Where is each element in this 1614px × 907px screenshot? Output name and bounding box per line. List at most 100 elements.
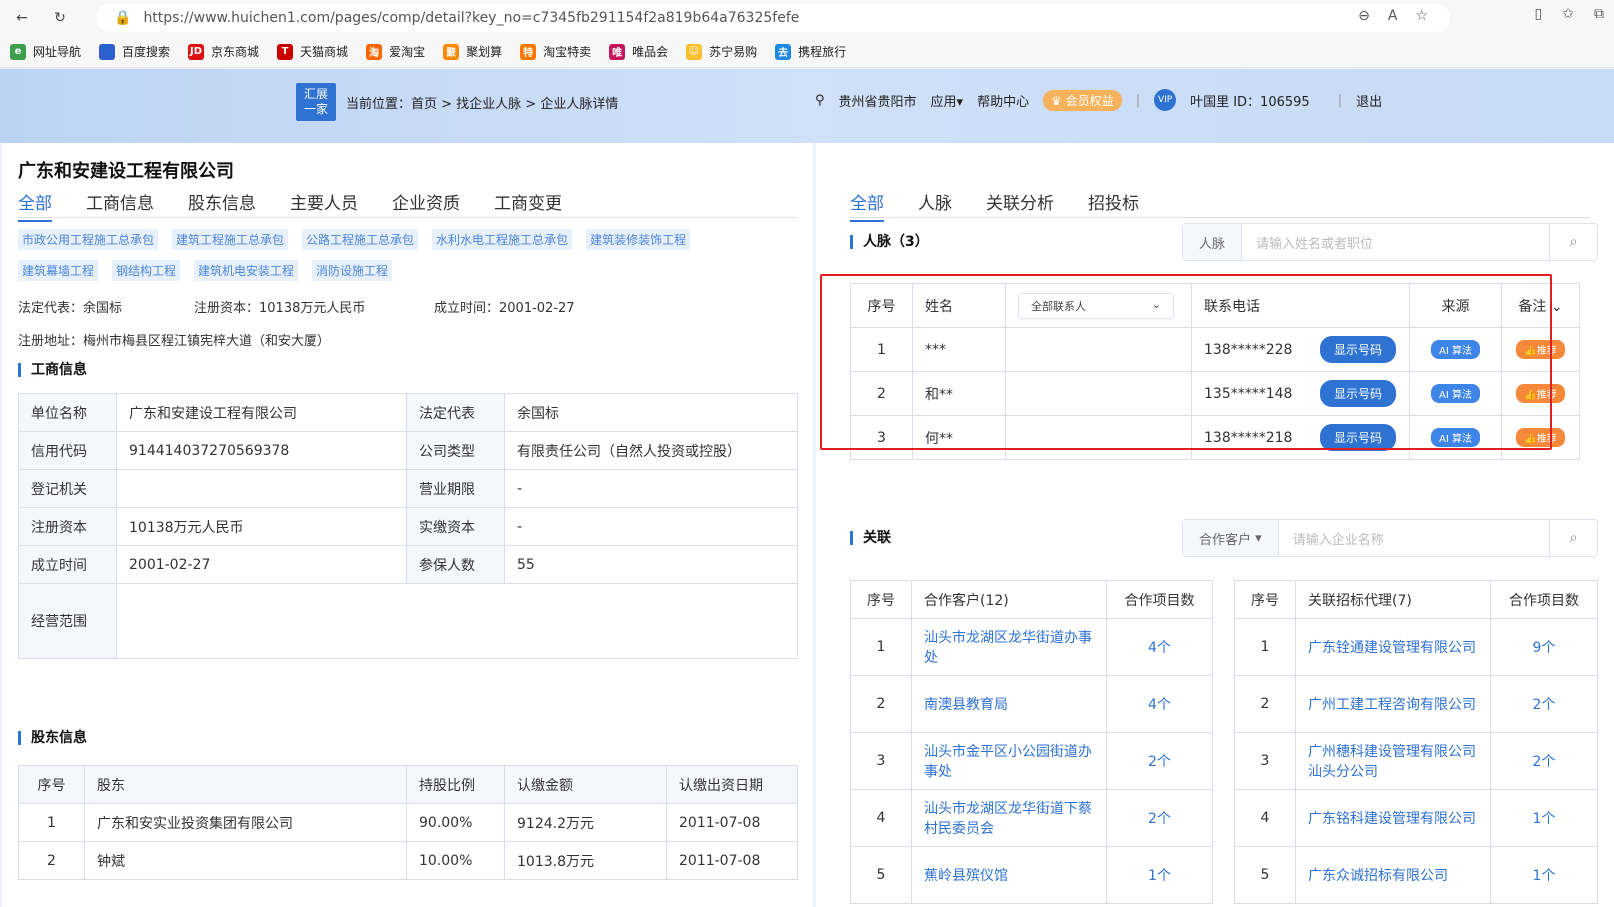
project-count-link[interactable]: 4个 [1106, 675, 1213, 733]
bookmark-item[interactable]: e 网址导航 [10, 43, 81, 60]
founded-date: 成立时间：2001-02-27 [434, 301, 575, 316]
project-count-link[interactable]: 2个 [1490, 675, 1598, 733]
contacts-search: 人脉 请输入姓名或者职位 ⌕ [1182, 223, 1598, 261]
client-link[interactable]: 蕉岭县殡仪馆 [911, 846, 1107, 904]
tab-divider [18, 217, 798, 218]
bookmark-item[interactable]: ☺ 苏宁易购 [686, 43, 757, 60]
bookmark-icon: ☺ [686, 43, 703, 60]
search-icon[interactable]: ⌕ [1549, 520, 1597, 556]
agent-link[interactable]: 广东铨通建设管理有限公司 [1295, 618, 1491, 676]
table-row: 登记机关 营业期限 - [18, 469, 798, 508]
bookmark-icon: 去 [775, 43, 792, 60]
shareholder-section-title: 股东信息 [18, 731, 87, 745]
table-row: 经营范围 [18, 583, 798, 659]
bookmark-icon: 特 [520, 43, 537, 60]
client-link[interactable]: 汕头市金平区小公园街道办事处 [911, 732, 1107, 790]
location-link[interactable]: 贵州省贵阳市 [839, 91, 917, 110]
logout-link[interactable]: 退出 [1356, 91, 1382, 110]
bookmarks-bar: e 网址导航 🐾 百度搜索 JD 京东商城 T 天猫商城 淘爱淘宝 聚聚划算 特淘宝特卖… [0, 36, 1614, 68]
user-info[interactable]: VIP 叶国里 ID：106595 [1154, 89, 1324, 111]
project-count-link[interactable]: 4个 [1106, 618, 1213, 676]
read-aloud-icon[interactable]: A [1388, 8, 1398, 24]
collections-icon[interactable]: ⧉ [1594, 6, 1604, 22]
table-header: 序号 合作客户(12) 合作项目数 [850, 580, 1213, 619]
refresh-icon[interactable]: ↻ [44, 2, 76, 34]
qualification-tag[interactable]: 钢结构工程 [112, 260, 181, 281]
back-icon[interactable]: ← [6, 2, 38, 34]
bookmark-item[interactable]: 淘爱淘宝 [366, 43, 425, 60]
contacts-search-input[interactable]: 请输入姓名或者职位 [1242, 233, 1549, 252]
qualification-tag[interactable]: 建筑工程施工总承包 [172, 229, 289, 250]
lock-icon: 🔒 [114, 10, 132, 26]
business-section-title: 工商信息 [18, 363, 87, 377]
agent-link[interactable]: 广东铭科建设管理有限公司 [1295, 789, 1491, 847]
search-icon[interactable]: ⌕ [1549, 224, 1597, 260]
qualification-tag[interactable]: 建筑机电安装工程 [194, 260, 299, 281]
agent-link[interactable]: 广东众诚招标有限公司 [1295, 846, 1491, 904]
contacts-search-label[interactable]: 人脉 [1183, 224, 1243, 260]
table-row: 4 汕头市龙湖区龙华街道下蔡村民委员会 2个 [850, 789, 1213, 847]
split-screen-icon[interactable]: ▯ [1535, 6, 1543, 22]
bookmark-icon: 淘 [366, 43, 383, 60]
project-count-link[interactable]: 9个 [1490, 618, 1598, 676]
breadcrumb[interactable]: 当前位置：首页 > 找企业人脉 > 企业人脉详情 [346, 93, 618, 112]
legal-rep: 法定代表：余国标 [18, 301, 123, 316]
related-search-type[interactable]: 合作客户 ▾ [1183, 520, 1279, 556]
bookmark-item[interactable]: 聚聚划算 [443, 43, 502, 60]
bookmark-item[interactable]: 🐾 百度搜索 [99, 43, 170, 60]
bookmark-item[interactable]: 唯唯品会 [609, 43, 668, 60]
location-icon: ⚲ [815, 92, 825, 108]
project-count-link[interactable]: 1个 [1106, 846, 1213, 904]
business-info-table: 单位名称 广东和安建设工程有限公司 法定代表 余国标 信用代码 914414037270… [18, 393, 798, 659]
agent-link[interactable]: 广州穗科建设管理有限公司汕头分公司 [1295, 732, 1491, 790]
project-count-link[interactable]: 2个 [1106, 789, 1213, 847]
project-count-link[interactable]: 2个 [1490, 732, 1598, 790]
bookmark-item[interactable]: JD 京东商城 [188, 43, 259, 60]
qualification-tag[interactable]: 市政公用工程施工总承包 [18, 229, 159, 250]
client-link[interactable]: 汕头市龙湖区龙华街道下蔡村民委员会 [911, 789, 1107, 847]
bookmark-item[interactable]: T 天猫商城 [277, 43, 348, 60]
qualification-tag[interactable]: 建筑装修装饰工程 [586, 229, 691, 250]
qualification-tag[interactable]: 公路工程施工总承包 [302, 229, 419, 250]
vip-badge[interactable]: ♛ 会员权益 [1043, 89, 1122, 111]
contacts-panel: 全部 人脉 关联分析 招投标 人脉（3） 人脉 请输入姓名或者职位 ⌕ 序号 姓… [816, 143, 1614, 907]
shareholder-table: 序号 股东 持股比例 认缴金额 认缴出资日期 1 广东和安实业投资集团有限公司 90.00%… [18, 765, 798, 880]
agent-link[interactable]: 广州工建工程咨询有限公司 [1295, 675, 1491, 733]
project-count-link[interactable]: 1个 [1490, 846, 1598, 904]
table-row: 2 南澳县教育局 4个 [850, 675, 1213, 733]
bookmark-icon: 聚 [443, 43, 460, 60]
browser-toolbar: ← ↻ 🔒 https://www.huichen1.com/pages/com… [0, 0, 1614, 36]
related-search: 合作客户 ▾ 请输入企业名称 ⌕ [1182, 519, 1598, 557]
table-row: 1 广东和安实业投资集团有限公司 90.00% 9124.2万元 2011-07-08 [18, 803, 798, 842]
apps-menu[interactable]: 应用▾ [931, 91, 964, 110]
related-search-input[interactable]: 请输入企业名称 [1279, 529, 1549, 548]
client-link[interactable]: 南澳县教育局 [911, 675, 1107, 733]
qualification-tag[interactable]: 建筑幕墙工程 [18, 260, 99, 281]
url-text[interactable]: https://www.huichen1.com/pages/comp/deta… [143, 10, 799, 26]
help-link[interactable]: 帮助中心 [977, 91, 1029, 110]
table-row: 3 汕头市金平区小公园街道办事处 2个 [850, 732, 1213, 790]
table-row: 成立时间 2001-02-27 参保人数 55 [18, 545, 798, 584]
table-row: 注册资本 10138万元人民币 实缴资本 - [18, 507, 798, 546]
project-count-link[interactable]: 2个 [1106, 732, 1213, 790]
table-row: 1 汕头市龙湖区龙华街道办事处 4个 [850, 618, 1213, 676]
divider: | [1337, 92, 1343, 108]
favorites-icon[interactable]: ✩ [1562, 6, 1574, 22]
bookmark-item[interactable]: 特淘宝特卖 [520, 43, 591, 60]
client-link[interactable]: 汕头市龙湖区龙华街道办事处 [911, 618, 1107, 676]
project-count-link[interactable]: 1个 [1490, 789, 1598, 847]
table-row: 信用代码 914414037270569378 公司类型 有限责任公司（自然人投资或控… [18, 431, 798, 470]
favorite-star-icon[interactable]: ☆ [1415, 8, 1428, 24]
table-row: 5 蕉岭县殡仪馆 1个 [850, 846, 1213, 904]
qualification-tags: 市政公用工程施工总承包 建筑工程施工总承包 公路工程施工总承包 水利水电工程施工… [18, 229, 718, 291]
bookmark-icon: JD [188, 43, 205, 60]
company-panel: 广东和安建设工程有限公司 全部 工商信息 股东信息 主要人员 企业资质 工商变更… [2, 143, 813, 907]
qualification-tag[interactable]: 水利水电工程施工总承包 [432, 229, 573, 250]
highlight-box [820, 274, 1552, 450]
bookmark-item[interactable]: 去携程旅行 [775, 43, 846, 60]
table-row: 2 钟斌 10.00% 1013.8万元 2011-07-08 [18, 841, 798, 880]
address-bar[interactable]: 🔒 https://www.huichen1.com/pages/comp/de… [96, 4, 1450, 32]
site-logo[interactable]: 汇展 一家 [296, 83, 336, 121]
qualification-tag[interactable]: 消防设施工程 [312, 260, 393, 281]
zoom-icon[interactable]: ⊖ [1358, 8, 1370, 24]
